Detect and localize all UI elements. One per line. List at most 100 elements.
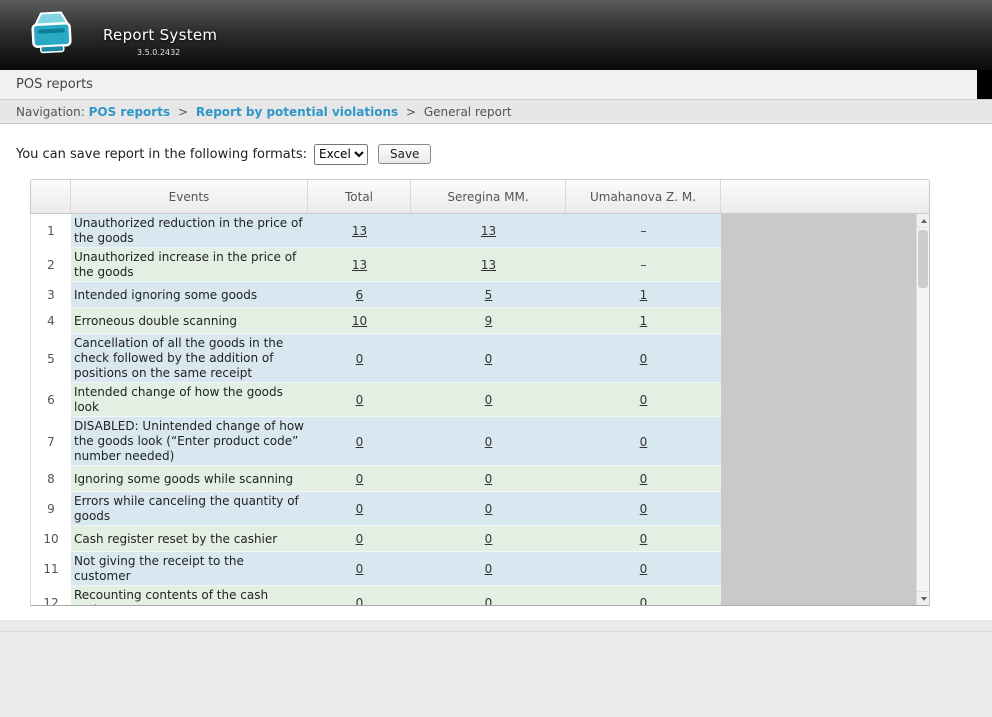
- count-link[interactable]: 6: [356, 288, 364, 302]
- total-cell: 13: [308, 214, 411, 248]
- event-cell: Unauthorized reduction in the price of t…: [71, 214, 308, 248]
- count-link[interactable]: 0: [485, 532, 493, 546]
- main-content: You can save report in the following for…: [0, 124, 992, 620]
- scroll-down-button[interactable]: [917, 591, 930, 605]
- total-cell: 0: [308, 526, 411, 552]
- breadcrumb-link-pos-reports[interactable]: POS reports: [89, 105, 171, 119]
- count-link[interactable]: 0: [485, 393, 493, 407]
- row-number-cell: 7: [31, 417, 71, 466]
- count-link[interactable]: 13: [352, 224, 367, 238]
- table-row: 7DISABLED: Unintended change of how the …: [31, 417, 721, 466]
- total-cell: 0: [308, 552, 411, 586]
- dash-value: –: [641, 258, 647, 272]
- scrollbar-thumb[interactable]: [918, 230, 928, 288]
- count-link[interactable]: 0: [356, 352, 364, 366]
- row-number-cell: 10: [31, 526, 71, 552]
- seregina-cell: 0: [411, 466, 566, 492]
- scroll-up-button[interactable]: [917, 214, 930, 228]
- breadcrumb-label: Navigation:: [16, 105, 85, 119]
- count-link[interactable]: 13: [481, 258, 496, 272]
- table-row: 11Not giving the receipt to the customer…: [31, 552, 721, 586]
- row-number-cell: 11: [31, 552, 71, 586]
- table-row: 2Unauthorized increase in the price of t…: [31, 248, 721, 282]
- seregina-cell: 9: [411, 308, 566, 334]
- save-button[interactable]: Save: [378, 144, 431, 164]
- table-header-row: Events Total Seregina MM. Umahanova Z. M…: [30, 179, 930, 214]
- umahanova-cell: 0: [566, 466, 721, 492]
- event-cell: Intended change of how the goods look: [71, 383, 308, 417]
- app-version: 3.5.0.2432: [137, 48, 217, 57]
- count-link[interactable]: 0: [485, 562, 493, 576]
- count-link[interactable]: 0: [356, 472, 364, 486]
- umahanova-cell: 0: [566, 526, 721, 552]
- breadcrumb-link-report-by-potential-violations[interactable]: Report by potential violations: [196, 105, 398, 119]
- event-cell: Errors while canceling the quantity of g…: [71, 492, 308, 526]
- seregina-cell: 0: [411, 383, 566, 417]
- seregina-cell: 0: [411, 417, 566, 466]
- seregina-cell: 13: [411, 214, 566, 248]
- vertical-scrollbar[interactable]: [916, 214, 929, 605]
- umahanova-cell: 0: [566, 552, 721, 586]
- count-link[interactable]: 0: [640, 532, 648, 546]
- count-link[interactable]: 0: [356, 502, 364, 516]
- count-link[interactable]: 0: [485, 596, 493, 606]
- total-cell: 13: [308, 248, 411, 282]
- total-cell: 0: [308, 417, 411, 466]
- total-cell: 10: [308, 308, 411, 334]
- count-link[interactable]: 0: [485, 472, 493, 486]
- total-cell: 6: [308, 282, 411, 308]
- row-number-cell: 2: [31, 248, 71, 282]
- umahanova-cell: 1: [566, 282, 721, 308]
- count-link[interactable]: 0: [485, 502, 493, 516]
- count-link[interactable]: 1: [640, 288, 648, 302]
- count-link[interactable]: 0: [356, 596, 364, 606]
- count-link[interactable]: 13: [352, 258, 367, 272]
- breadcrumb-separator: >: [406, 105, 416, 119]
- umahanova-cell: 1: [566, 308, 721, 334]
- total-cell: 0: [308, 383, 411, 417]
- header-seregina-cell: Seregina MM.: [411, 180, 566, 213]
- app-window: Report System 3.5.0.2432 POS reports Nav…: [0, 0, 992, 717]
- event-cell: Intended ignoring some goods: [71, 282, 308, 308]
- count-link[interactable]: 0: [356, 562, 364, 576]
- event-cell: Not giving the receipt to the customer: [71, 552, 308, 586]
- count-link[interactable]: 0: [640, 435, 648, 449]
- count-link[interactable]: 0: [356, 393, 364, 407]
- count-link[interactable]: 0: [640, 596, 648, 606]
- scroll-down-icon: [921, 597, 927, 601]
- count-link[interactable]: 9: [485, 314, 493, 328]
- save-formats-label: You can save report in the following for…: [16, 147, 307, 162]
- event-cell: Erroneous double scanning: [71, 308, 308, 334]
- format-select[interactable]: Excel: [314, 144, 368, 165]
- count-link[interactable]: 1: [640, 314, 648, 328]
- count-link[interactable]: 13: [481, 224, 496, 238]
- umahanova-cell: 0: [566, 417, 721, 466]
- count-link[interactable]: 0: [640, 393, 648, 407]
- save-bar: You can save report in the following for…: [16, 142, 992, 166]
- umahanova-cell: 0: [566, 383, 721, 417]
- row-number-cell: 3: [31, 282, 71, 308]
- app-title: Report System: [103, 26, 217, 44]
- count-link[interactable]: 0: [356, 532, 364, 546]
- total-cell: 0: [308, 492, 411, 526]
- umahanova-cell: 0: [566, 492, 721, 526]
- umahanova-cell: 0: [566, 586, 721, 606]
- breadcrumb-separator: >: [178, 105, 188, 119]
- count-link[interactable]: 0: [640, 502, 648, 516]
- count-link[interactable]: 0: [640, 352, 648, 366]
- total-cell: 0: [308, 334, 411, 383]
- event-cell: Cancellation of all the goods in the che…: [71, 334, 308, 383]
- event-cell: Cash register reset by the cashier: [71, 526, 308, 552]
- count-link[interactable]: 0: [640, 472, 648, 486]
- section-black-strip: [977, 70, 992, 99]
- count-link[interactable]: 0: [485, 352, 493, 366]
- header-number-cell: [31, 180, 71, 213]
- count-link[interactable]: 5: [485, 288, 493, 302]
- count-link[interactable]: 0: [356, 435, 364, 449]
- section-bar: POS reports: [0, 70, 992, 100]
- header-events-cell: Events: [71, 180, 308, 213]
- count-link[interactable]: 10: [352, 314, 367, 328]
- count-link[interactable]: 0: [485, 435, 493, 449]
- event-cell: Recounting contents of the cash register: [71, 586, 308, 606]
- count-link[interactable]: 0: [640, 562, 648, 576]
